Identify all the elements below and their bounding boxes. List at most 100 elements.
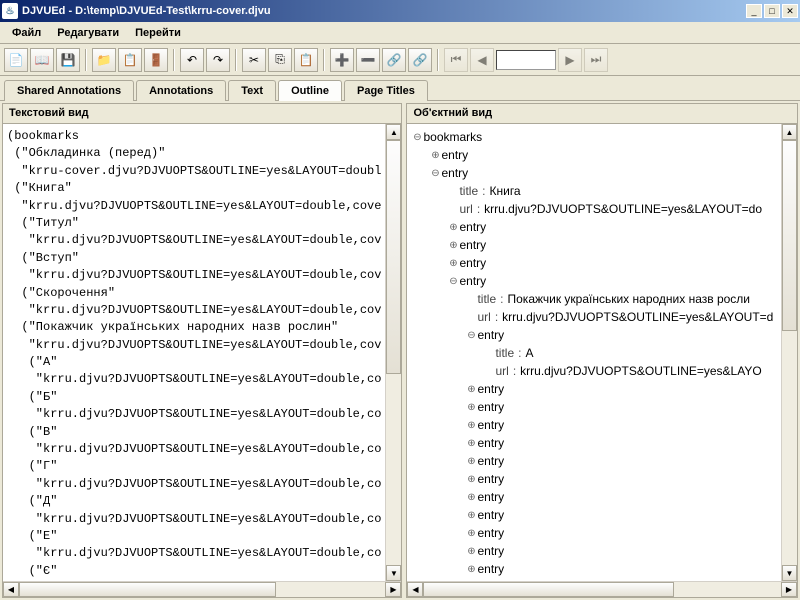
- scroll-left-button[interactable]: ◀: [407, 582, 423, 597]
- link2-button[interactable]: 🔗: [408, 48, 432, 72]
- first-page-button[interactable]: ⏮: [444, 48, 468, 72]
- tree-leaf[interactable]: title:Книга: [411, 182, 777, 200]
- tree-node[interactable]: ⊕entry: [411, 578, 777, 581]
- expand-icon[interactable]: ⊕: [465, 562, 477, 577]
- tree-node[interactable]: ⊕entry: [411, 524, 777, 542]
- undo-button[interactable]: ↶: [180, 48, 204, 72]
- add-button[interactable]: ➕: [330, 48, 354, 72]
- expand-icon[interactable]: ⊕: [465, 454, 477, 469]
- prev-page-button[interactable]: ◀: [470, 48, 494, 72]
- tree-leaf[interactable]: title:Покажчик українських народних назв…: [411, 290, 777, 308]
- link-button[interactable]: 🔗: [382, 48, 406, 72]
- tree-node[interactable]: ⊖entry: [411, 326, 777, 344]
- scroll-thumb[interactable]: [386, 140, 401, 374]
- collapse-icon[interactable]: ⊖: [411, 130, 423, 145]
- expand-icon[interactable]: ⊕: [465, 418, 477, 433]
- tab-outline[interactable]: Outline: [278, 80, 342, 101]
- scroll-up-button[interactable]: ▲: [386, 124, 401, 140]
- scroll-track[interactable]: [386, 140, 401, 565]
- tree-node[interactable]: ⊕entry: [411, 236, 777, 254]
- tree-leaf[interactable]: url:krru.djvu?DJVUOPTS&OUTLINE=yes&LAYO: [411, 362, 777, 380]
- expand-icon[interactable]: ⊕: [465, 472, 477, 487]
- exit-button[interactable]: 🚪: [144, 48, 168, 72]
- cut-button[interactable]: ✂: [242, 48, 266, 72]
- scroll-thumb[interactable]: [19, 582, 276, 597]
- horizontal-scrollbar[interactable]: ◀ ▶: [407, 581, 797, 597]
- tab-page-titles[interactable]: Page Titles: [344, 80, 428, 101]
- page-input[interactable]: [496, 50, 556, 70]
- java-icon: ♨: [2, 3, 18, 19]
- scroll-thumb[interactable]: [782, 140, 797, 331]
- menu-go[interactable]: Перейти: [127, 24, 189, 42]
- tree-node[interactable]: ⊖entry: [411, 164, 777, 182]
- tab-annotations[interactable]: Annotations: [136, 80, 226, 101]
- minimize-button[interactable]: _: [746, 4, 762, 18]
- tree-node[interactable]: ⊕entry: [411, 560, 777, 578]
- tree-node[interactable]: ⊕entry: [411, 416, 777, 434]
- expand-icon[interactable]: ⊕: [447, 256, 459, 271]
- scroll-thumb[interactable]: [423, 582, 673, 597]
- expand-icon[interactable]: ⊕: [465, 490, 477, 505]
- remove-button[interactable]: ➖: [356, 48, 380, 72]
- expand-icon[interactable]: ⊕: [465, 508, 477, 523]
- tree-node[interactable]: ⊕entry: [411, 506, 777, 524]
- expand-icon[interactable]: ⊕: [429, 148, 441, 163]
- copy-folder-button[interactable]: 📋: [118, 48, 142, 72]
- next-page-button[interactable]: ▶: [558, 48, 582, 72]
- tree-node[interactable]: ⊕entry: [411, 452, 777, 470]
- scroll-track[interactable]: [782, 140, 797, 565]
- expand-icon[interactable]: ⊕: [465, 526, 477, 541]
- tree-leaf[interactable]: url:krru.djvu?DJVUOPTS&OUTLINE=yes&LAYOU…: [411, 200, 777, 218]
- menu-edit[interactable]: Редагувати: [49, 24, 127, 42]
- text-view-content[interactable]: (bookmarks ("Обкладинка (перед)" "krru-c…: [3, 124, 385, 581]
- last-page-button[interactable]: ⏭: [584, 48, 608, 72]
- tree-leaf[interactable]: url:krru.djvu?DJVUOPTS&OUTLINE=yes&LAYOU…: [411, 308, 777, 326]
- expand-icon[interactable]: ⊕: [465, 400, 477, 415]
- scroll-right-button[interactable]: ▶: [385, 582, 401, 597]
- tree-root[interactable]: ⊖bookmarks: [411, 128, 777, 146]
- scroll-track[interactable]: [19, 582, 385, 597]
- save-button[interactable]: 💾: [56, 48, 80, 72]
- scroll-up-button[interactable]: ▲: [782, 124, 797, 140]
- collapse-icon[interactable]: ⊖: [465, 328, 477, 343]
- vertical-scrollbar[interactable]: ▲ ▼: [781, 124, 797, 581]
- expand-icon[interactable]: ⊕: [447, 220, 459, 235]
- tree-node[interactable]: ⊕entry: [411, 542, 777, 560]
- tree-node[interactable]: ⊕entry: [411, 146, 777, 164]
- tree-node[interactable]: ⊕entry: [411, 398, 777, 416]
- new-button[interactable]: 📄: [4, 48, 28, 72]
- scroll-right-button[interactable]: ▶: [781, 582, 797, 597]
- expand-icon[interactable]: ⊕: [465, 580, 477, 582]
- scroll-track[interactable]: [423, 582, 781, 597]
- expand-icon[interactable]: ⊕: [465, 436, 477, 451]
- open-button[interactable]: 📖: [30, 48, 54, 72]
- scroll-left-button[interactable]: ◀: [3, 582, 19, 597]
- tree-node[interactable]: ⊕entry: [411, 488, 777, 506]
- redo-button[interactable]: ↷: [206, 48, 230, 72]
- tree-node[interactable]: ⊕entry: [411, 218, 777, 236]
- copy-button[interactable]: ⎘: [268, 48, 292, 72]
- expand-icon[interactable]: ⊕: [447, 238, 459, 253]
- vertical-scrollbar[interactable]: ▲ ▼: [385, 124, 401, 581]
- tree-view[interactable]: ⊖bookmarks ⊕entry ⊖entry title:Книга url…: [407, 124, 781, 581]
- expand-icon[interactable]: ⊕: [465, 544, 477, 559]
- maximize-button[interactable]: □: [764, 4, 780, 18]
- tree-node[interactable]: ⊕entry: [411, 470, 777, 488]
- scroll-down-button[interactable]: ▼: [782, 565, 797, 581]
- tab-text[interactable]: Text: [228, 80, 276, 101]
- tree-node[interactable]: ⊕entry: [411, 380, 777, 398]
- tree-node[interactable]: ⊕entry: [411, 434, 777, 452]
- expand-icon[interactable]: ⊕: [465, 382, 477, 397]
- collapse-icon[interactable]: ⊖: [429, 166, 441, 181]
- horizontal-scrollbar[interactable]: ◀ ▶: [3, 581, 401, 597]
- paste-button[interactable]: 📋: [294, 48, 318, 72]
- tree-node[interactable]: ⊕entry: [411, 254, 777, 272]
- scroll-down-button[interactable]: ▼: [386, 565, 401, 581]
- close-button[interactable]: ✕: [782, 4, 798, 18]
- menu-file[interactable]: Файл: [4, 24, 49, 42]
- collapse-icon[interactable]: ⊖: [447, 274, 459, 289]
- tree-node[interactable]: ⊖entry: [411, 272, 777, 290]
- tab-shared-annotations[interactable]: Shared Annotations: [4, 80, 134, 101]
- folder-button[interactable]: 📁: [92, 48, 116, 72]
- tree-leaf[interactable]: title:А: [411, 344, 777, 362]
